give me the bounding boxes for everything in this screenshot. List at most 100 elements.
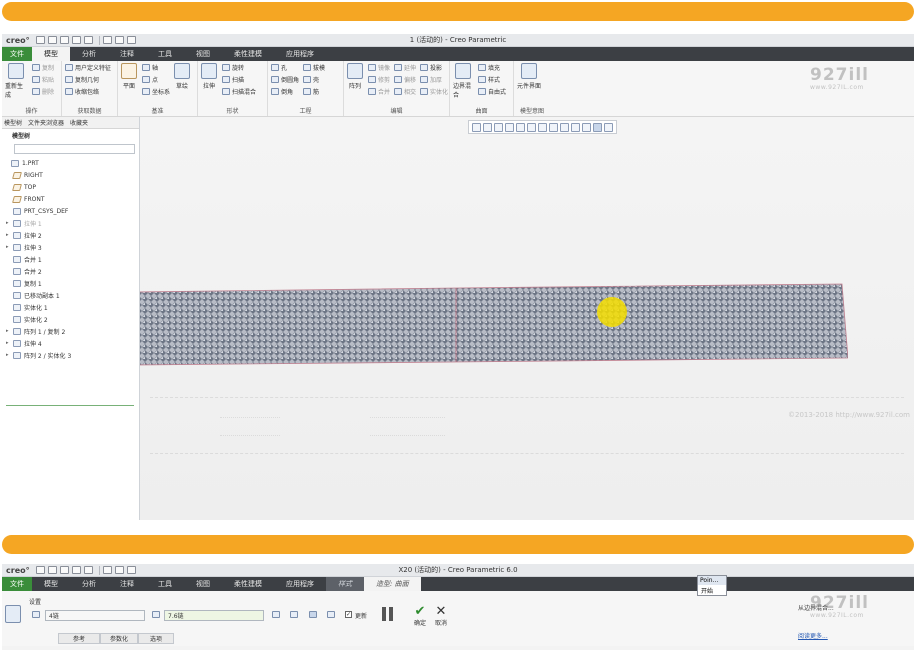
new-file-icon[interactable] [35, 566, 45, 574]
regenerate-icon[interactable] [102, 36, 112, 44]
tab-analysis[interactable]: 分析 [70, 577, 108, 591]
view-manager-icon[interactable] [538, 122, 547, 132]
tab-annotate[interactable]: 注释 [108, 47, 146, 61]
component-interface-button[interactable]: 元件界面 [517, 63, 541, 106]
revolve-button[interactable]: 旋转 [222, 63, 256, 72]
tab-file[interactable]: 文件 [2, 577, 32, 591]
pattern-button[interactable]: 阵列 [347, 63, 363, 106]
tab-applications[interactable]: 应用程序 [274, 577, 326, 591]
boundary-blend-button[interactable]: 边界混合 [453, 63, 473, 106]
save-icon[interactable] [59, 566, 69, 574]
tree-item[interactable]: FRONT [2, 193, 139, 205]
sweep-button[interactable]: 扫描 [222, 75, 256, 84]
saved-orientations-icon[interactable] [527, 122, 536, 132]
redo-icon[interactable] [83, 36, 93, 44]
regenerate-icon[interactable] [102, 566, 112, 574]
flip-icon[interactable] [290, 611, 298, 618]
tab-tools[interactable]: 工具 [146, 577, 184, 591]
swept-blend-button[interactable]: 扫描混合 [222, 87, 256, 96]
extrude-button[interactable]: 拉伸 [201, 63, 217, 106]
new-file-icon[interactable] [35, 36, 45, 44]
tab-applications[interactable]: 应用程序 [274, 47, 326, 61]
expand-toggle-icon[interactable]: ▸ [6, 352, 13, 358]
tree-item[interactable]: ▸ 阵列 2 / 实体化 3 [2, 349, 139, 361]
intersect-button[interactable]: 相交 [394, 87, 416, 96]
close-window-icon[interactable] [126, 566, 136, 574]
round-button[interactable]: 倒圆角 [271, 75, 299, 84]
confirm-button[interactable]: ✔ 确定 [414, 605, 426, 627]
tree-item[interactable]: 1.PRT [2, 157, 139, 169]
fill-button[interactable]: 填充 [477, 63, 506, 72]
tab-style-surface[interactable]: 造型: 曲面 [364, 577, 421, 591]
tab-view[interactable]: 视图 [184, 577, 222, 591]
update-checkbox[interactable]: ✓ [345, 611, 352, 618]
shell-button[interactable]: 壳 [303, 75, 325, 84]
draft-button[interactable]: 拔模 [303, 63, 325, 72]
plane-button[interactable]: 平面 [121, 63, 137, 106]
save-icon[interactable] [59, 36, 69, 44]
cancel-button[interactable]: ✕ 取消 [435, 605, 447, 627]
tree-item[interactable]: PRT_CSYS_DEF [2, 205, 139, 217]
thicken-button[interactable]: 加厚 [420, 75, 448, 84]
delete-button[interactable]: 删除 [31, 87, 54, 96]
tree-item[interactable]: ▸ 阵列 1 / 复制 2 [2, 325, 139, 337]
tree-item[interactable]: 实体化 2 [2, 313, 139, 325]
knurled-surface-model[interactable] [140, 272, 848, 370]
graphics-area[interactable]: ©2013-2018 http://www.927il.com [140, 117, 914, 520]
regenerate-button[interactable]: 重新生成 [5, 63, 27, 106]
pause-icon[interactable] [382, 607, 386, 621]
tree-item[interactable]: ▸ 拉伸 4 [2, 337, 139, 349]
sketch-button[interactable]: 草绘 [174, 63, 191, 106]
close-window-icon[interactable] [126, 36, 136, 44]
tab-analysis[interactable]: 分析 [70, 47, 108, 61]
mirror-button[interactable]: 镜像 [368, 63, 390, 72]
annotation-display-icon[interactable] [571, 122, 580, 132]
section-icon[interactable] [593, 122, 602, 132]
tree-filter-input[interactable] [14, 144, 135, 154]
tree-item[interactable]: 实体化 1 [2, 301, 139, 313]
learn-more-link[interactable]: 阅读更多... [798, 631, 828, 640]
spin-center-icon[interactable] [582, 122, 591, 132]
tree-item[interactable]: ▸ 拉伸 2 [2, 229, 139, 241]
project-button[interactable]: 投影 [420, 63, 448, 72]
csys-button[interactable]: 坐标系 [142, 87, 170, 96]
open-file-icon[interactable] [47, 36, 57, 44]
repaint-icon[interactable] [505, 122, 514, 132]
tree-item[interactable]: 已移动副本 1 [2, 289, 139, 301]
tree-item[interactable]: TOP [2, 181, 139, 193]
expand-toggle-icon[interactable]: ▸ [6, 244, 13, 250]
redo-icon[interactable] [83, 566, 93, 574]
rib-button[interactable]: 筋 [303, 87, 325, 96]
tab-favorites[interactable]: 收藏夹 [70, 118, 88, 127]
tree-item[interactable]: 合并 1 [2, 253, 139, 265]
tab-flexible-modeling[interactable]: 柔性建模 [222, 47, 274, 61]
tab-annotate[interactable]: 注释 [108, 577, 146, 591]
style-button[interactable]: 样式 [477, 75, 506, 84]
tab-style[interactable]: 样式 [326, 577, 364, 591]
udf-button[interactable]: 用户定义特征 [65, 63, 111, 72]
expand-toggle-icon[interactable]: ▸ [6, 232, 13, 238]
solidify-button[interactable]: 实体化 [420, 87, 448, 96]
appearance-icon[interactable] [604, 122, 613, 132]
expand-toggle-icon[interactable]: ▸ [6, 340, 13, 346]
trim-button[interactable]: 修剪 [368, 75, 390, 84]
tab-folder-browser[interactable]: 文件夹浏览器 [28, 118, 64, 127]
tab-parameterization[interactable]: 参数化 [100, 633, 138, 644]
curve-icon[interactable] [272, 611, 280, 618]
tree-item[interactable]: 合并 2 [2, 265, 139, 277]
tab-references[interactable]: 参考 [58, 633, 100, 644]
hole-button[interactable]: 孔 [271, 63, 299, 72]
display-icon[interactable] [309, 611, 317, 618]
merge-button[interactable]: 合并 [368, 87, 390, 96]
windows-icon[interactable] [114, 566, 124, 574]
expand-toggle-icon[interactable]: ▸ [6, 220, 13, 226]
shrinkwrap-button[interactable]: 收缩包络 [65, 87, 111, 96]
tab-flexible-modeling[interactable]: 柔性建模 [222, 577, 274, 591]
tab-model-tree[interactable]: 模型树 [4, 118, 22, 127]
tree-item[interactable]: 复制 1 [2, 277, 139, 289]
refit-icon[interactable] [472, 122, 481, 132]
perspective-icon[interactable] [549, 122, 558, 132]
point-button[interactable]: 点 [142, 75, 170, 84]
windows-icon[interactable] [114, 36, 124, 44]
tab-view[interactable]: 视图 [184, 47, 222, 61]
